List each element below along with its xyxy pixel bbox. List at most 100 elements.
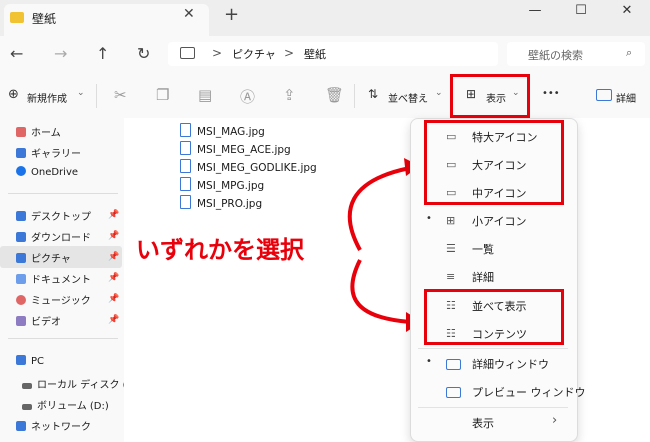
sidebar-item-label: ボリューム (D:) (37, 401, 109, 412)
sidebar-item-label: ダウンロード (31, 233, 91, 244)
pin-icon: 📌 (108, 315, 120, 325)
menu-item-preview-pane[interactable]: プレビュー ウィンドウ (472, 384, 586, 400)
menu-item-small-icons[interactable]: 小アイコン (472, 213, 526, 229)
pictures-icon (16, 253, 26, 263)
image-file-icon (180, 141, 191, 155)
sidebar-item-label: ホーム (31, 128, 61, 139)
sidebar-item-label: ミュージック (31, 296, 91, 307)
more-options-button[interactable]: ••• (542, 88, 560, 99)
rename-icon[interactable]: Ⓐ (240, 86, 255, 107)
list-item[interactable]: MSI_MAG.jpg (180, 123, 265, 138)
search-placeholder: 壁紙の検索 (528, 49, 583, 62)
up-button[interactable]: ↑ (96, 44, 109, 63)
small-icons-icon: ⊞ (446, 214, 456, 227)
selected-bullet: • (426, 356, 432, 367)
maximize-button[interactable]: ☐ (558, 0, 604, 24)
breadcrumb-separator: > (212, 46, 223, 60)
paste-icon[interactable]: ▤ (198, 86, 212, 104)
sidebar-item-home[interactable]: ホーム (16, 124, 61, 139)
sidebar-item-onedrive[interactable]: OneDrive (16, 166, 78, 178)
sidebar-item-label: ピクチャ (31, 254, 71, 265)
divider (418, 407, 568, 408)
copy-icon[interactable]: ❐ (156, 86, 169, 104)
divider (96, 84, 97, 108)
sidebar-item-gallery[interactable]: ギャラリー (16, 145, 81, 160)
view-button-highlight (450, 74, 530, 118)
search-icon: ⌕ (626, 46, 633, 59)
music-icon (16, 295, 26, 305)
breadcrumb-pictures[interactable]: ピクチャ (232, 46, 276, 62)
delete-icon[interactable]: 🗑 (325, 86, 344, 104)
sidebar-item-label: ビデオ (31, 317, 61, 328)
image-file-icon (180, 195, 191, 209)
minimize-button[interactable]: — (512, 0, 558, 24)
sidebar-item-local-disk[interactable]: ローカル ディスク (C: (22, 376, 137, 391)
chevron-down-icon: ⌄ (435, 88, 443, 98)
forward-button[interactable]: → (54, 44, 67, 63)
divider (8, 338, 118, 339)
large-icons-group-highlight (424, 120, 564, 205)
sidebar-item-music[interactable]: ミュージック (16, 292, 91, 307)
list-item[interactable]: MSI_MEG_GODLIKE.jpg (180, 159, 317, 174)
tab-close-button[interactable]: ✕ (183, 6, 195, 22)
folder-icon (10, 12, 24, 23)
close-window-button[interactable]: ✕ (604, 0, 650, 24)
sidebar-item-volume-d[interactable]: ボリューム (D:) (22, 397, 109, 412)
details-view-icon: ≡ (446, 270, 456, 283)
sidebar-item-label: ネットワーク (31, 422, 91, 433)
list-view-icon: ☰ (446, 242, 456, 255)
new-icon: ⊕ (8, 87, 19, 102)
menu-item-list[interactable]: 一覧 (472, 241, 494, 257)
video-icon (16, 316, 26, 326)
gallery-icon (16, 148, 26, 158)
new-tab-button[interactable]: + (224, 4, 239, 25)
preview-pane-icon (446, 387, 461, 398)
tab-title: 壁紙 (32, 12, 57, 26)
cloud-icon (16, 166, 26, 176)
sidebar-item-pc[interactable]: PC (16, 355, 44, 367)
sort-button[interactable]: 並べ替え (388, 90, 428, 105)
annotation-label: いずれかを選択 (136, 236, 304, 264)
chevron-down-icon: ⌄ (77, 88, 85, 98)
sidebar-item-label: ギャラリー (31, 149, 81, 160)
cut-icon[interactable]: ✂ (114, 86, 127, 104)
file-name: MSI_PRO.jpg (197, 198, 263, 210)
breadcrumb-separator: > (284, 46, 295, 60)
divider (8, 193, 118, 194)
divider (354, 84, 355, 108)
pin-icon: 📌 (108, 273, 120, 283)
sidebar-item-desktop[interactable]: デスクトップ (16, 208, 91, 223)
pin-icon: 📌 (108, 294, 120, 304)
refresh-button[interactable]: ↻ (137, 44, 150, 63)
computer-icon (180, 47, 195, 59)
details-button[interactable]: 詳細 (616, 90, 636, 105)
file-name: MSI_MAG.jpg (197, 126, 265, 138)
sidebar-item-label: OneDrive (31, 167, 79, 178)
list-item[interactable]: MSI_PRO.jpg (180, 195, 262, 210)
menu-item-show[interactable]: 表示 (472, 415, 494, 431)
drive-icon (22, 404, 32, 410)
sidebar-item-videos[interactable]: ビデオ (16, 313, 61, 328)
sidebar-item-network[interactable]: ネットワーク (16, 418, 91, 433)
menu-item-details[interactable]: 詳細 (472, 269, 494, 285)
chevron-right-icon: › (552, 413, 558, 428)
divider (418, 348, 568, 349)
sidebar-item-documents[interactable]: ドキュメント (16, 271, 91, 286)
image-file-icon (180, 177, 191, 191)
share-icon[interactable]: ⇪ (283, 86, 296, 104)
back-button[interactable]: ← (10, 44, 23, 63)
list-item[interactable]: MSI_MPG.jpg (180, 177, 264, 192)
pin-icon: 📌 (108, 231, 120, 241)
list-item[interactable]: MSI_MEG_ACE.jpg (180, 141, 291, 156)
breadcrumb-wallpaper[interactable]: 壁紙 (304, 46, 326, 62)
file-name: MSI_MEG_GODLIKE.jpg (197, 162, 317, 174)
new-button[interactable]: 新規作成 (27, 90, 67, 105)
network-icon (16, 421, 26, 431)
sidebar-item-label: デスクトップ (31, 212, 91, 223)
pin-icon: 📌 (108, 252, 120, 262)
home-icon (16, 127, 26, 137)
sidebar-item-pictures[interactable]: ピクチャ (16, 250, 71, 265)
file-name: MSI_MPG.jpg (197, 180, 265, 192)
sidebar-item-downloads[interactable]: ダウンロード (16, 229, 91, 244)
menu-item-details-pane[interactable]: 詳細ウィンドウ (472, 356, 549, 372)
